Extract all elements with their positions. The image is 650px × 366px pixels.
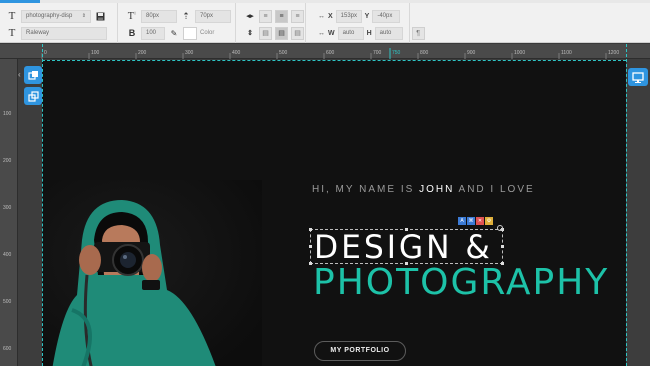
subheadline[interactable]: PHOTOGRAPHY: [313, 262, 609, 303]
guide-top: [42, 60, 626, 61]
ruler-top: 0 100 200 300 400 500 600 700 750 800 90…: [0, 44, 650, 59]
align-center-icon[interactable]: ≡: [275, 9, 288, 23]
rotate-handle[interactable]: [497, 225, 503, 231]
color-swatch[interactable]: [183, 26, 197, 40]
bold-icon[interactable]: B: [126, 28, 138, 38]
line-height-value: 70px: [200, 12, 214, 19]
ruler-tick: 400: [3, 252, 12, 258]
hero-section: HI, MY NAME IS JOHN AND I LOVE A ⌘ ✕ ⚙ D…: [42, 60, 626, 366]
ruler-left: 100 200 300 400 500 600: [0, 59, 18, 366]
font-select-value: Raleway: [26, 29, 50, 36]
y-label: Y: [364, 12, 370, 20]
headline[interactable]: DESIGN &: [314, 228, 493, 266]
height-input[interactable]: auto: [374, 26, 403, 40]
resize-handle[interactable]: [501, 245, 504, 248]
style-select-value: photography-disp: [26, 12, 73, 19]
align-left-icon[interactable]: ≡: [259, 9, 272, 23]
alignment-group: ◂▸ ≡ ≡ ≡ ⇕ ▤ ▤ ▤: [236, 3, 306, 43]
vertical-resize-icon: ⇕: [247, 30, 253, 37]
resize-handle[interactable]: [309, 228, 312, 231]
intro-text[interactable]: HI, MY NAME IS JOHN AND I LOVE: [312, 184, 535, 195]
width-value: auto: [342, 29, 355, 36]
valign-bottom-icon[interactable]: ▤: [291, 26, 304, 40]
intro-name: JOHN: [419, 184, 455, 195]
text-toolbar: T photography-disp ⇕ T Raleway T↕ 80px ⇡…: [0, 3, 650, 43]
font-size-icon: T↕: [127, 10, 137, 22]
resize-handle[interactable]: [309, 245, 312, 248]
portfolio-button[interactable]: MY PORTFOLIO: [314, 341, 406, 361]
device-preview-button[interactable]: [628, 68, 648, 86]
w-arrows-icon: ↔: [318, 29, 325, 37]
guide-left: [42, 44, 43, 366]
element-actions: A ⌘ ✕ ⚙: [458, 217, 493, 225]
y-input[interactable]: -40px: [372, 9, 401, 23]
height-value: auto: [379, 29, 392, 36]
link-icon[interactable]: ⌘: [467, 217, 475, 225]
desktop-icon: [632, 71, 644, 83]
y-value: -40px: [377, 12, 393, 19]
intro-prefix: HI, MY NAME IS: [312, 184, 415, 195]
line-height-icon: ⇡: [182, 10, 190, 21]
ruler-tick: 100: [3, 111, 12, 117]
select-arrow-icon: ⇕: [81, 12, 86, 19]
save-icon[interactable]: [94, 10, 107, 23]
pen-icon: ✎: [170, 28, 178, 38]
align-right-icon[interactable]: ≡: [291, 9, 304, 23]
duplicate-button[interactable]: [24, 87, 42, 105]
guide-right: [626, 44, 627, 366]
w-label: W: [328, 29, 335, 37]
font-select[interactable]: Raleway: [21, 26, 107, 40]
ruler-tick: 600: [3, 346, 12, 352]
resize-handle[interactable]: [309, 262, 312, 265]
edit-text-icon[interactable]: A: [458, 217, 466, 225]
settings-icon[interactable]: ⚙: [485, 217, 493, 225]
ruler-tick: 300: [3, 205, 12, 211]
color-label: Color: [200, 30, 215, 36]
size-group: T↕ 80px ⇡ 70px B 100⇕ ✎ Color: [118, 3, 236, 43]
style-select[interactable]: photography-disp ⇕: [21, 9, 91, 23]
font-style-icon: T: [8, 10, 16, 22]
horizontal-resize-icon: ◂▸: [246, 13, 254, 20]
typography-group: T photography-disp ⇕ T Raleway: [0, 3, 118, 43]
layers-button[interactable]: [24, 66, 42, 84]
photographer-image: [42, 180, 262, 366]
font-family-icon: T: [8, 27, 16, 39]
line-height-input[interactable]: 70px: [195, 9, 231, 23]
font-weight-select[interactable]: 100⇕: [141, 26, 165, 40]
x-value: 153px: [340, 12, 358, 19]
font-size-value: 80px: [146, 12, 160, 19]
ruler-top-ticks: [41, 48, 607, 59]
x-arrows-icon: ↔: [318, 12, 325, 20]
right-panel: [628, 60, 650, 366]
valign-middle-icon[interactable]: ▤: [275, 26, 288, 40]
duplicate-icon: [27, 90, 39, 102]
x-input[interactable]: 153px: [335, 9, 362, 23]
font-weight-value: 100: [146, 29, 157, 36]
paragraph-icon[interactable]: ¶: [411, 26, 425, 40]
layers-icon: [27, 70, 38, 80]
delete-icon[interactable]: ✕: [476, 217, 484, 225]
position-group: ↔ X 153px Y -40px ↔ W auto H auto ¶: [306, 3, 425, 43]
font-size-input[interactable]: 80px: [141, 9, 177, 23]
ruler-tick: 200: [3, 158, 12, 164]
h-label: H: [366, 29, 372, 37]
ruler-tick: 500: [3, 299, 12, 305]
intro-suffix: AND I LOVE: [458, 184, 535, 195]
width-input[interactable]: auto: [337, 26, 364, 40]
valign-top-icon[interactable]: ▤: [259, 26, 272, 40]
x-label: X: [328, 12, 333, 20]
